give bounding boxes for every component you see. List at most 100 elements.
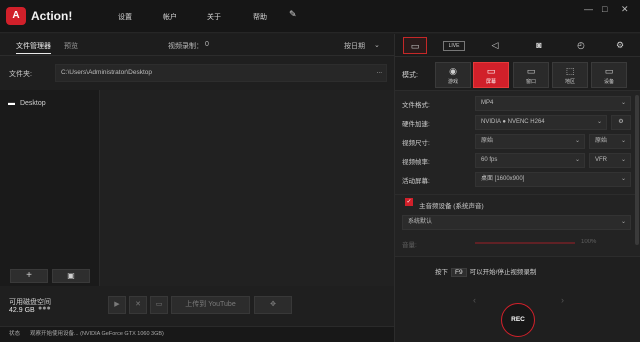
audio-device-row: ✓ 主音频设备 (系统声音) bbox=[395, 194, 635, 212]
hotkey-key: F9 bbox=[451, 268, 467, 277]
folder-path: C:\Users\Administrator\Desktop bbox=[61, 69, 153, 76]
tab-timer[interactable]: ◴ bbox=[569, 37, 593, 54]
record-area: 按下 F9 可以开始/停止视频录制 ‹ › REC bbox=[395, 256, 640, 342]
fps-select[interactable]: 60 fps ⌄ bbox=[475, 153, 585, 168]
upload-youtube-button[interactable]: 上传到 YouTube bbox=[171, 296, 250, 314]
app-name: Action! bbox=[31, 9, 73, 23]
settings-scrollbar[interactable] bbox=[635, 95, 639, 245]
gear-icon: ⚙ bbox=[618, 119, 624, 125]
mode-region-button[interactable]: ⬚ 地区 bbox=[552, 62, 588, 88]
mode-game-button[interactable]: ◉ 游戏 bbox=[435, 62, 471, 88]
chevron-down-icon[interactable]: ⌄ bbox=[374, 41, 380, 49]
chevron-down-icon: ⌄ bbox=[620, 219, 626, 225]
disk-value: 42.9 GB bbox=[9, 307, 35, 314]
menu-help[interactable]: 帮助 bbox=[253, 12, 267, 22]
app-window: A Action! 设置 帐户 关于 帮助 ✎ — □ ✕ 文件管理器 预览 视… bbox=[0, 0, 640, 342]
tab-screenshot[interactable]: ◙ bbox=[527, 37, 551, 54]
setting-row-screen: 活动屏幕: 桌面 [1600x900] ⌄ bbox=[395, 171, 635, 187]
screen-icon: ▭ bbox=[486, 66, 496, 76]
browse-button[interactable]: ... bbox=[377, 64, 382, 80]
chevron-down-icon: ⌄ bbox=[596, 119, 602, 125]
delete-button[interactable]: ✕ bbox=[129, 296, 147, 314]
tab-file-manager[interactable]: 文件管理器 bbox=[16, 41, 51, 54]
menu-settings[interactable]: 设置 bbox=[118, 12, 132, 22]
tab-audio[interactable]: ◁ bbox=[483, 37, 507, 54]
chevron-down-icon: ⌄ bbox=[574, 157, 580, 163]
chevron-down-icon: ⌄ bbox=[620, 100, 626, 106]
setting-row-fps: 视频帧率: 60 fps ⌄ VFR ⌄ bbox=[395, 152, 635, 168]
settings-panel: ▭ LIVE ◁ ◙ ◴ ⚙ 模式: ◉ 游戏 ▭ 屏幕 ▭ 窗口 ⬚ 地区 ▭ 设备 文… bbox=[394, 34, 640, 342]
record-button[interactable]: REC bbox=[501, 303, 535, 337]
mode-device-button[interactable]: ▭ 设备 bbox=[591, 62, 627, 88]
mode-selector: 模式: ◉ 游戏 ▭ 屏幕 ▭ 窗口 ⬚ 地区 ▭ 设备 bbox=[395, 57, 640, 91]
minimize-button[interactable]: — bbox=[584, 4, 593, 14]
title-bar: A Action! 设置 帐户 关于 帮助 ✎ — □ ✕ bbox=[0, 0, 640, 33]
add-folder-button[interactable]: + bbox=[10, 269, 48, 283]
vfr-select[interactable]: VFR ⌄ bbox=[589, 153, 631, 168]
close-button[interactable]: ✕ bbox=[621, 4, 629, 15]
tab-settings[interactable]: ⚙ bbox=[608, 37, 632, 54]
window-icon: ▭ bbox=[526, 66, 536, 76]
screen-select[interactable]: 桌面 [1600x900] ⌄ bbox=[475, 172, 631, 187]
folder-label: 文件夹: bbox=[9, 71, 32, 78]
chevron-left-icon[interactable]: ‹ bbox=[473, 295, 476, 305]
format-select[interactable]: MP4 ⌄ bbox=[475, 96, 631, 111]
tree-item-desktop[interactable]: ▬ Desktop bbox=[8, 100, 46, 107]
folder-icon: ▬ bbox=[8, 100, 15, 107]
menu-account[interactable]: 帐户 bbox=[163, 12, 177, 22]
folder-row: 文件夹: C:\Users\Administrator\Desktop ... bbox=[0, 64, 394, 84]
chevron-down-icon: ⌄ bbox=[574, 138, 580, 144]
recorded-label: 视频录制： bbox=[168, 43, 203, 50]
hwaccel-settings-button[interactable]: ⚙ bbox=[611, 115, 631, 130]
gamepad-icon: ◉ bbox=[449, 66, 457, 76]
size-extra-select[interactable]: 原始 ⌄ bbox=[589, 134, 631, 149]
chevron-down-icon: ⌄ bbox=[620, 157, 626, 163]
folder-open-button[interactable]: ▭ bbox=[150, 296, 168, 314]
tree-item-label: Desktop bbox=[19, 100, 46, 107]
device-icon: ▭ bbox=[604, 66, 614, 76]
folder-tree: ▬ Desktop bbox=[0, 90, 100, 286]
status-label: 状态 bbox=[9, 331, 21, 337]
setting-row-hwaccel: 硬件加速: NVIDIA ● NVENC H264 ⌄ ⚙ bbox=[395, 114, 635, 130]
play-button[interactable]: ▶ bbox=[108, 296, 126, 314]
mode-screen-button[interactable]: ▭ 屏幕 bbox=[473, 62, 509, 88]
image-folder-button[interactable]: ▣ bbox=[52, 269, 90, 283]
file-actions: ▶ ✕ ▭ 上传到 YouTube ✥ bbox=[108, 296, 292, 314]
mode-label: 模式: bbox=[402, 72, 418, 79]
tab-video[interactable]: ▭ bbox=[403, 37, 427, 54]
audio-device-select[interactable]: 系统默认 ⌄ bbox=[402, 215, 631, 230]
file-manager-header: 文件管理器 预览 视频录制： 0 按日期 ⌄ bbox=[0, 34, 394, 56]
tab-preview[interactable]: 预览 bbox=[64, 41, 78, 51]
setting-row-format: 文件格式: MP4 ⌄ bbox=[395, 95, 635, 111]
status-bar: 状态 观察开始使用设备... (NVIDIA GeForce GTX 1060 … bbox=[0, 326, 394, 342]
volume-slider[interactable] bbox=[475, 242, 575, 244]
share-button[interactable]: ✥ bbox=[254, 296, 292, 314]
volume-row: 音量: 100% bbox=[402, 239, 597, 249]
menu-about[interactable]: 关于 bbox=[207, 12, 221, 22]
chevron-right-icon[interactable]: › bbox=[561, 295, 564, 305]
mode-window-button[interactable]: ▭ 窗口 bbox=[513, 62, 549, 88]
audio-default-row: 系统默认 ⌄ bbox=[395, 214, 635, 230]
hotkey-hint: 按下 F9 可以开始/停止视频录制 bbox=[435, 268, 537, 277]
dots-icon[interactable]: ●●● bbox=[38, 305, 51, 312]
image-icon: ▣ bbox=[67, 271, 75, 280]
file-list-area bbox=[100, 90, 394, 286]
size-select[interactable]: 原始 ⌄ bbox=[475, 134, 585, 149]
recorded-count: 0 bbox=[205, 41, 209, 48]
audio-checkbox[interactable]: ✓ bbox=[405, 198, 413, 206]
settings-tabs: ▭ LIVE ◁ ◙ ◴ ⚙ bbox=[395, 34, 640, 57]
sort-dropdown[interactable]: 按日期 bbox=[344, 41, 365, 51]
volume-value: 100% bbox=[581, 239, 597, 245]
folder-path-field[interactable]: C:\Users\Administrator\Desktop ... bbox=[55, 64, 387, 82]
audio-device-label: 主音频设备 (系统声音) bbox=[419, 203, 484, 210]
maximize-button[interactable]: □ bbox=[602, 4, 607, 14]
hwaccel-select[interactable]: NVIDIA ● NVENC H264 ⌄ bbox=[475, 115, 607, 130]
tab-live[interactable]: LIVE bbox=[443, 41, 465, 51]
chevron-down-icon: ⌄ bbox=[620, 138, 626, 144]
status-text: 观察开始使用设备... (NVIDIA GeForce GTX 1060 3GB… bbox=[30, 331, 164, 337]
app-logo-icon: A bbox=[6, 7, 26, 25]
setting-row-size: 视频尺寸: 原始 ⌄ 原始 ⌄ bbox=[395, 133, 635, 149]
region-icon: ⬚ bbox=[565, 66, 575, 76]
pen-icon[interactable]: ✎ bbox=[289, 9, 297, 20]
chevron-down-icon: ⌄ bbox=[620, 176, 626, 182]
